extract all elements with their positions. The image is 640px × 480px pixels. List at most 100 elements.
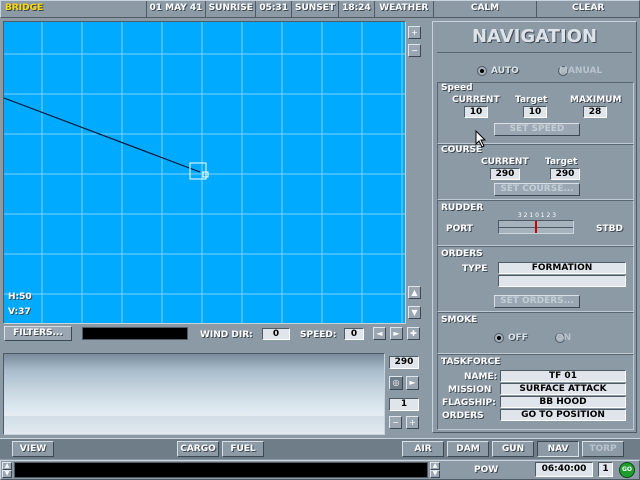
message-next-up-button[interactable]: ▲ bbox=[430, 462, 440, 470]
go-button[interactable]: GO bbox=[619, 462, 635, 478]
course-target-label: Target bbox=[545, 157, 578, 167]
smoke-on-label: ON bbox=[556, 333, 572, 343]
view-zoom: 1 bbox=[389, 398, 419, 411]
tab-nav[interactable]: NAV bbox=[537, 441, 579, 457]
taskforce-name-value: TF 01 bbox=[500, 370, 626, 382]
navigation-panel: NAVIGATION AUTO MANUAL Speed CURRENT Tar… bbox=[432, 21, 637, 433]
wind-speed-value: 0 bbox=[344, 328, 364, 340]
smoke-section: SMOKE OFF ON bbox=[437, 312, 634, 354]
course-current-label: CURRENT bbox=[481, 157, 529, 167]
speed-maximum-label: MAXIMUM bbox=[570, 95, 622, 105]
sunrise-label: SUNRISE bbox=[206, 1, 257, 17]
taskforce-orders-value: GO TO POSITION bbox=[500, 409, 626, 421]
taskforce-label: TASKFORCE bbox=[441, 357, 501, 367]
map-center-button[interactable]: ► bbox=[390, 327, 403, 340]
tab-torp[interactable]: TORP bbox=[582, 441, 624, 457]
speed-maximum-value: 28 bbox=[583, 106, 607, 118]
binocular-toggle-icon[interactable]: ◎ bbox=[389, 376, 403, 390]
auto-mode-radio[interactable] bbox=[477, 66, 487, 76]
binocular-view bbox=[3, 353, 385, 435]
speed-label: Speed bbox=[441, 83, 473, 93]
orders-detail-value bbox=[498, 275, 626, 287]
course-section: COURSE CURRENT Target 290 290 SET COURSE… bbox=[437, 144, 634, 200]
message-scroll-down-button[interactable]: ▼ bbox=[2, 470, 12, 478]
top-bar: BRIDGE 01 MAY 41 SUNRISE 05:31 SUNSET 18… bbox=[0, 0, 640, 18]
taskforce-flagship-value: BB HOOD bbox=[500, 396, 626, 408]
orders-label: ORDERS bbox=[441, 249, 483, 259]
navigation-title: NAVIGATION bbox=[471, 26, 598, 47]
sunset-label: SUNSET bbox=[292, 1, 339, 17]
message-scroll-up-button[interactable]: ▲ bbox=[2, 462, 12, 470]
zoom-out-button[interactable]: − bbox=[408, 44, 421, 57]
filters-display bbox=[82, 327, 188, 340]
taskforce-name-label: NAME: bbox=[464, 372, 498, 382]
sunrise-time: 05:31 bbox=[256, 1, 293, 17]
horizon bbox=[4, 416, 384, 434]
ship-track bbox=[4, 97, 201, 173]
filters-button[interactable]: FILTERS... bbox=[4, 326, 72, 341]
smoke-off-label: OFF bbox=[508, 333, 528, 343]
wind-dir-label: WIND DIR: bbox=[200, 330, 253, 340]
course-target-value: 290 bbox=[550, 168, 580, 180]
course-current-value: 290 bbox=[490, 168, 520, 180]
game-clock: 06:40:00 bbox=[535, 462, 593, 477]
speed-target-label: Target bbox=[515, 95, 548, 105]
sky-state: CLEAR bbox=[571, 3, 605, 13]
time-compression: 1 bbox=[598, 462, 613, 477]
tab-view[interactable]: VIEW bbox=[12, 441, 54, 457]
speed-target-value: 10 bbox=[523, 106, 547, 118]
set-speed-button[interactable]: SET SPEED bbox=[494, 123, 580, 136]
pow-label: POW bbox=[474, 465, 499, 475]
h-readout: H:50 bbox=[8, 292, 32, 302]
tab-gun[interactable]: GUN bbox=[492, 441, 534, 457]
view-rotate-right-button[interactable]: ► bbox=[406, 376, 419, 390]
tab-fuel[interactable]: FUEL bbox=[222, 441, 264, 457]
sunset-time: 18:24 bbox=[339, 1, 375, 17]
rudder-port-label: PORT bbox=[446, 224, 473, 234]
map-pan-left-button[interactable]: ◄ bbox=[373, 327, 386, 340]
tab-dam[interactable]: DAM bbox=[447, 441, 489, 457]
mouse-cursor-icon bbox=[475, 130, 487, 148]
tab-cargo[interactable]: CARGO bbox=[177, 441, 219, 457]
sea-state: CALM bbox=[434, 1, 538, 17]
location-label: BRIDGE bbox=[1, 1, 147, 17]
speed-current-label: CURRENT bbox=[452, 95, 500, 105]
map-scroll-up-button[interactable]: ▲ bbox=[408, 286, 421, 299]
taskforce-mission-value: SURFACE ATTACK bbox=[500, 383, 626, 395]
set-course-button[interactable]: SET COURSE... bbox=[494, 183, 580, 196]
tactical-map[interactable]: H:50 V:37 bbox=[3, 21, 406, 324]
zoom-in-button[interactable]: + bbox=[408, 26, 421, 39]
rudder-section: RUDDER PORT STBD 3 2 1 0 1 2 3 bbox=[437, 200, 634, 246]
smoke-off-radio[interactable] bbox=[494, 333, 504, 343]
map-scroll-down-button[interactable]: ▼ bbox=[408, 306, 421, 319]
taskforce-flagship-label: FLAGSHIP: bbox=[442, 398, 496, 408]
view-zoom-out-button[interactable]: − bbox=[389, 416, 402, 429]
map-pan-right-button[interactable]: ✚ bbox=[407, 327, 420, 340]
wind-speed-label: SPEED: bbox=[300, 330, 337, 340]
rudder-scale: 3 2 1 0 1 2 3 bbox=[517, 212, 557, 219]
taskforce-orders-label: ORDERS bbox=[442, 411, 484, 421]
orders-type-label: TYPE bbox=[462, 264, 488, 274]
rudder-stbd-label: STBD bbox=[596, 224, 623, 234]
smoke-label: SMOKE bbox=[441, 315, 478, 325]
manual-mode-label: MANUAL bbox=[559, 66, 603, 76]
orders-type-value: FORMATION bbox=[498, 262, 626, 274]
message-log bbox=[14, 462, 428, 478]
map-grid bbox=[4, 22, 405, 323]
view-zoom-in-button[interactable]: + bbox=[406, 416, 419, 429]
speed-section: Speed CURRENT Target MAXIMUM 10 10 28 SE… bbox=[437, 82, 634, 144]
wind-dir-value: 0 bbox=[262, 328, 290, 340]
rudder-label: RUDDER bbox=[441, 203, 484, 213]
rudder-needle bbox=[535, 221, 537, 233]
view-bearing: 290 bbox=[389, 356, 419, 369]
taskforce-mission-label: MISSION bbox=[448, 385, 492, 395]
set-orders-button[interactable]: SET ORDERS... bbox=[494, 295, 580, 308]
auto-mode-label: AUTO bbox=[491, 66, 519, 76]
taskforce-section: TASKFORCE NAME: TF 01 MISSION SURFACE AT… bbox=[437, 354, 634, 430]
date-display: 01 MAY 41 bbox=[147, 1, 207, 17]
message-next-down-button[interactable]: ▼ bbox=[430, 470, 440, 478]
tab-air[interactable]: AIR bbox=[402, 441, 444, 457]
orders-section: ORDERS TYPE FORMATION SET ORDERS... bbox=[437, 246, 634, 312]
weather-label: WEATHER bbox=[375, 1, 434, 17]
speed-current-value: 10 bbox=[464, 106, 488, 118]
